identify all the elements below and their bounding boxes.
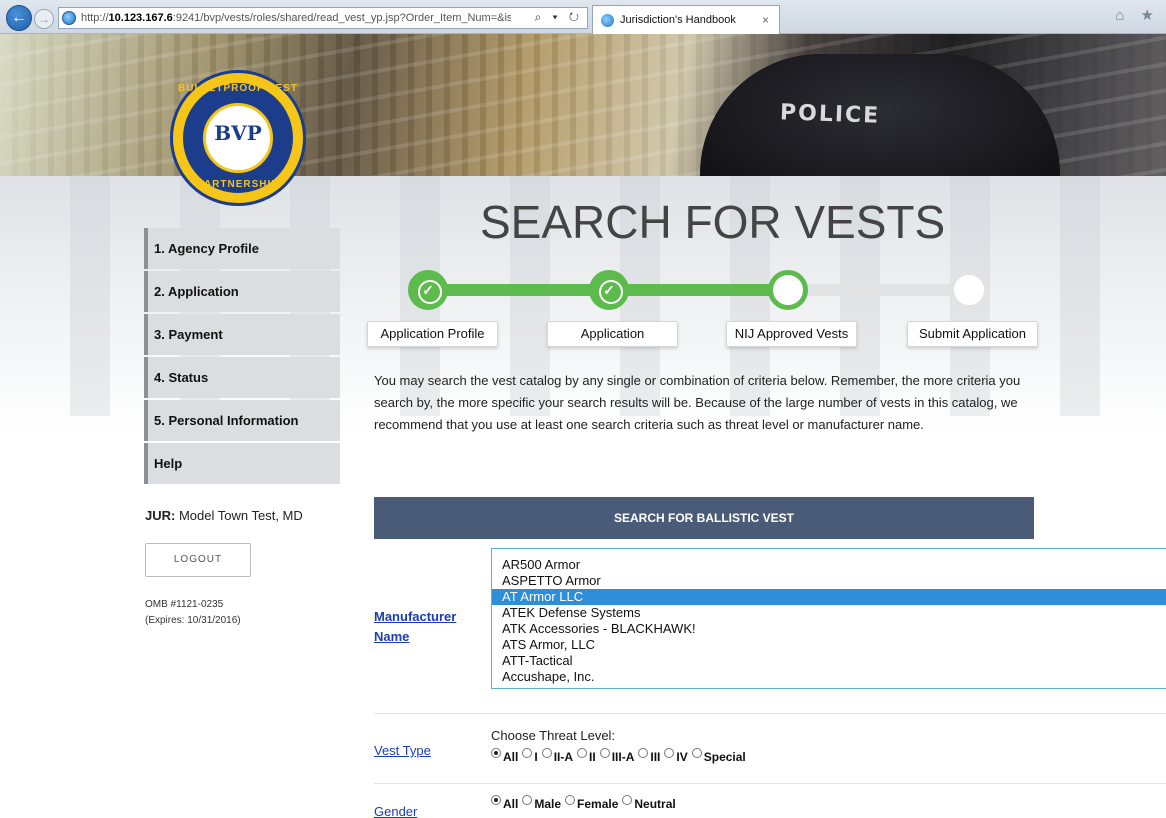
browser-chrome: ← → http://10.123.167.6:9241/bvp/vests/r…: [0, 0, 1166, 34]
radio-button[interactable]: [622, 795, 633, 805]
logo-center-text: BVP: [214, 121, 262, 145]
step-3-indicator: [768, 270, 808, 310]
omb-info: OMB #1121-0235 (Expires: 10/31/2016): [145, 597, 241, 629]
sidebar-item-agency-profile[interactable]: 1. Agency Profile: [144, 228, 340, 269]
radio-button[interactable]: [491, 795, 501, 805]
address-controls-icon[interactable]: ⌕ ▾ ↻: [534, 10, 583, 25]
radio-label: Female: [577, 797, 619, 811]
manufacturer-option[interactable]: AR500 Armor: [492, 557, 1166, 573]
back-button[interactable]: ←: [6, 5, 32, 31]
manufacturer-label-line1: Manufacturer: [374, 609, 457, 624]
page-title: SEARCH FOR VESTS: [480, 196, 946, 248]
radio-button[interactable]: [541, 748, 552, 758]
section-header: SEARCH FOR BALLISTIC VEST: [374, 497, 1034, 539]
radio-label: Special: [703, 750, 746, 764]
radio-label: Neutral: [634, 797, 676, 811]
tab-close-icon[interactable]: ×: [762, 13, 769, 27]
step-1-indicator: ✓: [408, 270, 448, 310]
manufacturer-listbox[interactable]: AR500 Armor ASPETTO Armor AT Armor LLC ATEK…: [491, 548, 1166, 689]
divider: [374, 713, 1166, 714]
radio-button[interactable]: [664, 748, 675, 758]
radio-button[interactable]: [638, 748, 649, 758]
sidebar-item-help[interactable]: Help: [144, 443, 340, 484]
address-url[interactable]: http://10.123.167.6:9241/bvp/vests/roles…: [81, 12, 511, 24]
jurisdiction-value: Model Town Test, MD: [178, 508, 303, 523]
radio-button[interactable]: [577, 748, 588, 758]
logo-top-text: BULLETPROOF VEST: [178, 83, 298, 94]
radio-button[interactable]: [565, 795, 576, 805]
sidebar-item-personal-information[interactable]: 5. Personal Information: [144, 400, 340, 441]
sidebar: 1. Agency Profile 2. Application 3. Paym…: [144, 228, 340, 486]
radio-label: II-A: [553, 750, 574, 764]
forward-button[interactable]: →: [34, 9, 54, 29]
manufacturer-option[interactable]: ATS Armor, LLC: [492, 637, 1166, 653]
radio-label: III-A: [611, 750, 635, 764]
sidebar-item-application[interactable]: 2. Application: [144, 271, 340, 312]
radio-label: II: [589, 750, 596, 764]
gender-radio-group: All Male Female Neutral: [491, 795, 680, 811]
radio-label: I: [534, 750, 538, 764]
sidebar-item-status[interactable]: 4. Status: [144, 357, 340, 398]
threat-level-radio-group: All I II-A II III-A III IV Special: [491, 748, 750, 764]
radio-button[interactable]: [522, 748, 533, 758]
manufacturer-option[interactable]: AT Armor LLC: [492, 589, 1166, 605]
manufacturer-option[interactable]: ATEK Defense Systems: [492, 605, 1166, 621]
browser-tab[interactable]: Jurisdiction's Handbook ×: [592, 5, 780, 34]
banner-police-text: POLICE: [779, 100, 881, 129]
divider: [374, 783, 1166, 784]
manufacturer-label-line2: Name: [374, 629, 410, 644]
jurisdiction-info: JUR: Model Town Test, MD: [145, 508, 303, 523]
step-4-indicator: [949, 270, 989, 310]
radio-label: Male: [534, 797, 562, 811]
address-bar[interactable]: http://10.123.167.6:9241/bvp/vests/roles…: [58, 7, 588, 29]
radio-button[interactable]: [599, 748, 610, 758]
manufacturer-option[interactable]: ATK Accessories - BLACKHAWK!: [492, 621, 1166, 637]
vest-type-link[interactable]: Vest Type: [374, 743, 431, 758]
radio-label: IV: [676, 750, 688, 764]
check-icon: ✓: [603, 282, 615, 298]
check-icon: ✓: [422, 282, 434, 298]
step-label-application[interactable]: Application: [547, 321, 678, 347]
radio-button[interactable]: [691, 748, 702, 758]
jurisdiction-label: JUR:: [145, 508, 176, 523]
manufacturer-option[interactable]: ASPETTO Armor: [492, 573, 1166, 589]
sidebar-item-payment[interactable]: 3. Payment: [144, 314, 340, 355]
bvp-logo[interactable]: BULLETPROOF VEST BVP PARTNERSHIP: [170, 70, 306, 206]
threat-level-caption: Choose Threat Level:: [491, 728, 616, 743]
omb-number: OMB #1121-0235: [145, 599, 224, 610]
manufacturer-name-link[interactable]: Manufacturer Name: [374, 607, 456, 647]
ie-page-icon: [62, 11, 76, 25]
intro-text: You may search the vest catalog by any s…: [374, 373, 1021, 432]
step-2-indicator: ✓: [589, 270, 629, 310]
radio-label: All: [503, 797, 519, 811]
radio-button[interactable]: [491, 748, 501, 758]
radio-label: All: [503, 750, 519, 764]
tab-title: Jurisdiction's Handbook: [620, 14, 736, 26]
omb-expires: (Expires: 10/31/2016): [145, 615, 241, 626]
manufacturer-option[interactable]: Accushape, Inc.: [492, 669, 1166, 685]
radio-label: III: [650, 750, 661, 764]
step-label-application-profile[interactable]: Application Profile: [367, 321, 498, 347]
step-label-submit-application[interactable]: Submit Application: [907, 321, 1038, 347]
tab-page-icon: [601, 14, 614, 27]
logo-bottom-text: PARTNERSHIP: [197, 179, 279, 190]
gender-link[interactable]: Gender: [374, 804, 417, 818]
home-favorites-icons[interactable]: ⌂ ★: [1115, 6, 1160, 24]
manufacturer-option[interactable]: ATT-Tactical: [492, 653, 1166, 669]
logout-button[interactable]: LOGOUT: [145, 543, 251, 577]
step-label-nij-approved-vests[interactable]: NIJ Approved Vests: [726, 321, 857, 347]
radio-button[interactable]: [522, 795, 533, 805]
